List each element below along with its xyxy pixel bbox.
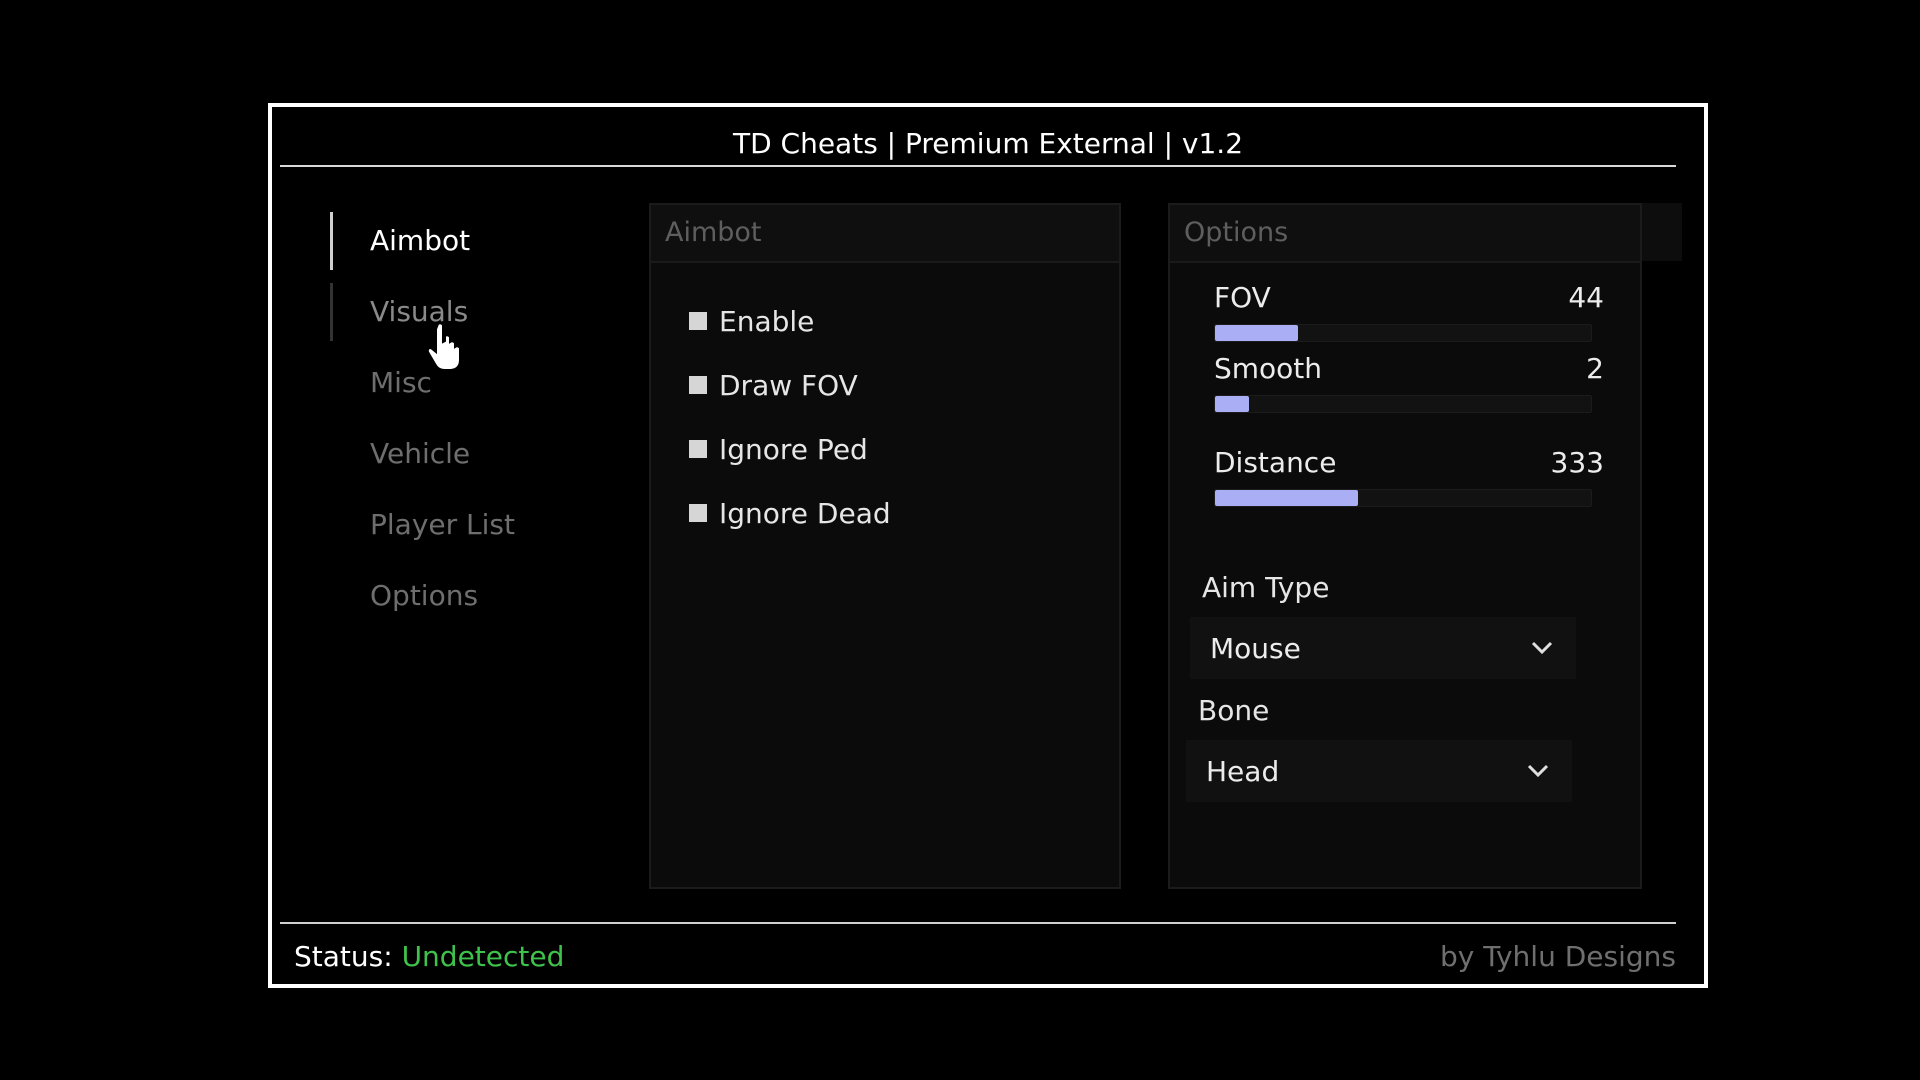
sidebar-hover-indicator [330, 283, 333, 341]
slider-label: Distance [1214, 446, 1337, 479]
sidebar-item-player-list[interactable]: Player List [330, 496, 590, 567]
sidebar-item-label: Vehicle [370, 437, 471, 470]
slider-fill [1215, 490, 1358, 506]
checkbox-label: Draw FOV [719, 368, 858, 402]
footer-divider [280, 922, 1676, 924]
chevron-down-icon [1531, 641, 1553, 655]
slider-fill [1215, 325, 1298, 341]
panel-header: Aimbot [651, 205, 1119, 263]
draw-fov-checkbox[interactable]: Draw FOV [689, 353, 1119, 417]
options-panel: Options FOV 44 Smooth 2 Distance 333 Aim… [1168, 203, 1642, 889]
window-title: TD Cheats | Premium External | v1.2 [732, 127, 1244, 160]
dropdown-value: Head [1206, 754, 1280, 788]
checkbox-square [689, 504, 707, 522]
slider-fill [1215, 396, 1249, 412]
bone-dropdown[interactable]: Head [1186, 740, 1572, 802]
distance-slider[interactable] [1214, 489, 1592, 507]
cheat-menu-window: TD Cheats | Premium External | v1.2 Aimb… [268, 103, 1708, 988]
checkbox-label: Ignore Dead [719, 496, 891, 530]
distance-slider-group: Distance 333 [1214, 446, 1604, 507]
sidebar-item-label: Options [370, 579, 479, 612]
credit-text: by Tyhlu Designs [1440, 940, 1676, 973]
checkbox-square [689, 312, 707, 330]
aim-type-label: Aim Type [1202, 571, 1330, 604]
slider-value: 44 [1568, 281, 1604, 314]
enable-checkbox[interactable]: Enable [689, 289, 1119, 353]
slider-value: 2 [1586, 352, 1604, 385]
title-divider [280, 165, 1676, 167]
hand-pointer-icon [428, 322, 461, 370]
checkbox-label: Ignore Ped [719, 432, 868, 466]
ignore-ped-checkbox[interactable]: Ignore Ped [689, 417, 1119, 481]
sidebar-item-vehicle[interactable]: Vehicle [330, 425, 590, 496]
ignore-dead-checkbox[interactable]: Ignore Dead [689, 481, 1119, 545]
slider-label: Smooth [1214, 352, 1323, 385]
smooth-slider-group: Smooth 2 [1214, 352, 1604, 413]
sidebar-item-options[interactable]: Options [330, 567, 590, 638]
fov-slider[interactable] [1214, 324, 1592, 342]
smooth-slider[interactable] [1214, 395, 1592, 413]
fov-slider-group: FOV 44 [1214, 281, 1604, 342]
aimbot-panel: Aimbot Enable Draw FOV Ignore Ped Ignore… [649, 203, 1121, 889]
dropdown-value: Mouse [1210, 631, 1301, 665]
status-value: Undetected [401, 940, 565, 973]
sidebar-item-aimbot[interactable]: Aimbot [330, 212, 590, 283]
slider-label: FOV [1214, 281, 1271, 314]
bone-label: Bone [1198, 694, 1270, 727]
chevron-down-icon [1527, 764, 1549, 778]
sidebar-active-indicator [330, 212, 333, 270]
sidebar-item-label: Misc [370, 366, 432, 399]
sidebar-nav: Aimbot Visuals Misc Vehicle Player List … [330, 212, 590, 638]
aim-type-dropdown[interactable]: Mouse [1190, 617, 1576, 679]
status-indicator: Status: Undetected [294, 940, 564, 973]
sidebar-item-label: Aimbot [370, 224, 471, 257]
sidebar-item-label: Player List [370, 508, 515, 541]
checkbox-label: Enable [719, 304, 815, 338]
panel-header: Options [1170, 205, 1640, 263]
status-label: Status: [294, 940, 393, 973]
checkbox-square [689, 376, 707, 394]
checkbox-square [689, 440, 707, 458]
slider-value: 333 [1550, 446, 1604, 479]
